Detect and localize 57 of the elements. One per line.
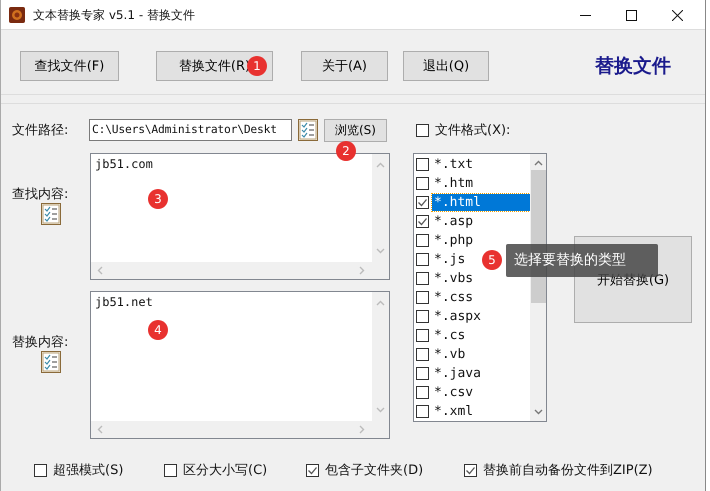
toolbar-button[interactable]: 关于(A) — [301, 51, 388, 81]
checklist-icon[interactable] — [298, 119, 318, 141]
file-type-item[interactable]: *.asp — [432, 213, 530, 230]
file-type-item[interactable]: *.cs — [432, 327, 530, 344]
maximize-icon[interactable] — [626, 10, 637, 20]
file-type-item[interactable]: *.txt — [432, 156, 530, 173]
checkbox[interactable] — [416, 234, 429, 247]
page-heading: 替换文件 — [595, 54, 671, 79]
checkbox[interactable] — [416, 367, 429, 380]
file-type-item[interactable]: *.xml — [432, 403, 530, 420]
window-title: 文本替换专家 v5.1 - 替换文件 — [33, 6, 195, 24]
checkbox[interactable] — [464, 464, 477, 476]
checkbox[interactable] — [416, 124, 429, 136]
checklist-icon[interactable] — [41, 203, 61, 225]
option-label[interactable]: 超强模式(S) — [53, 461, 124, 479]
find-label: 查找内容: — [12, 186, 68, 203]
option-label[interactable]: 包含子文件夹(D) — [325, 461, 424, 479]
browse-button[interactable]: 浏览(S) — [324, 118, 387, 142]
checkbox[interactable] — [416, 158, 429, 171]
toolbar-button[interactable]: 查找文件(F) — [20, 51, 119, 81]
checkbox[interactable] — [416, 272, 429, 285]
file-type-item[interactable]: *.vb — [432, 346, 530, 363]
scroll-up-icon[interactable] — [534, 160, 542, 166]
scroll-down-icon[interactable] — [534, 409, 542, 415]
checkbox[interactable] — [416, 348, 429, 361]
checkbox[interactable] — [416, 215, 429, 228]
checkbox[interactable] — [34, 464, 47, 476]
file-type-item[interactable]: *.htm — [432, 175, 530, 192]
number-badge: 5 — [482, 250, 502, 270]
file-type-item[interactable]: *.css — [432, 289, 530, 306]
checkbox[interactable] — [416, 386, 429, 399]
checkbox[interactable] — [306, 464, 319, 476]
checkbox[interactable] — [416, 405, 429, 418]
file-type-item[interactable]: *.csv — [432, 384, 530, 401]
option-label[interactable]: 替换前自动备份文件到ZIP(Z) — [483, 461, 653, 479]
replace-label: 替换内容: — [12, 334, 68, 351]
app-icon — [9, 7, 25, 23]
file-type-item[interactable]: *.html — [432, 194, 530, 211]
checkbox[interactable] — [416, 253, 429, 266]
toolbar-button[interactable]: 退出(Q) — [403, 51, 489, 81]
checkbox[interactable] — [416, 196, 429, 209]
checklist-icon[interactable] — [41, 351, 61, 373]
checkbox[interactable] — [416, 291, 429, 304]
checkbox[interactable] — [416, 310, 429, 323]
number-badge: 4 — [148, 320, 168, 340]
file-type-item[interactable]: *.java — [432, 365, 530, 382]
checkbox[interactable] — [416, 177, 429, 190]
file-type-item[interactable]: *.aspx — [432, 308, 530, 325]
tooltip: 选择要替换的类型 — [506, 244, 658, 277]
format-label: 文件格式(X): — [435, 122, 510, 139]
path-label: 文件路径: — [12, 122, 70, 139]
close-icon[interactable] — [672, 10, 683, 20]
option-label[interactable]: 区分大小写(C) — [183, 461, 268, 479]
checkbox[interactable] — [164, 464, 177, 476]
path-field[interactable]: C:\Users\Administrator\Deskt — [89, 119, 292, 141]
checkbox[interactable] — [416, 329, 429, 342]
number-badge: 3 — [148, 189, 168, 209]
